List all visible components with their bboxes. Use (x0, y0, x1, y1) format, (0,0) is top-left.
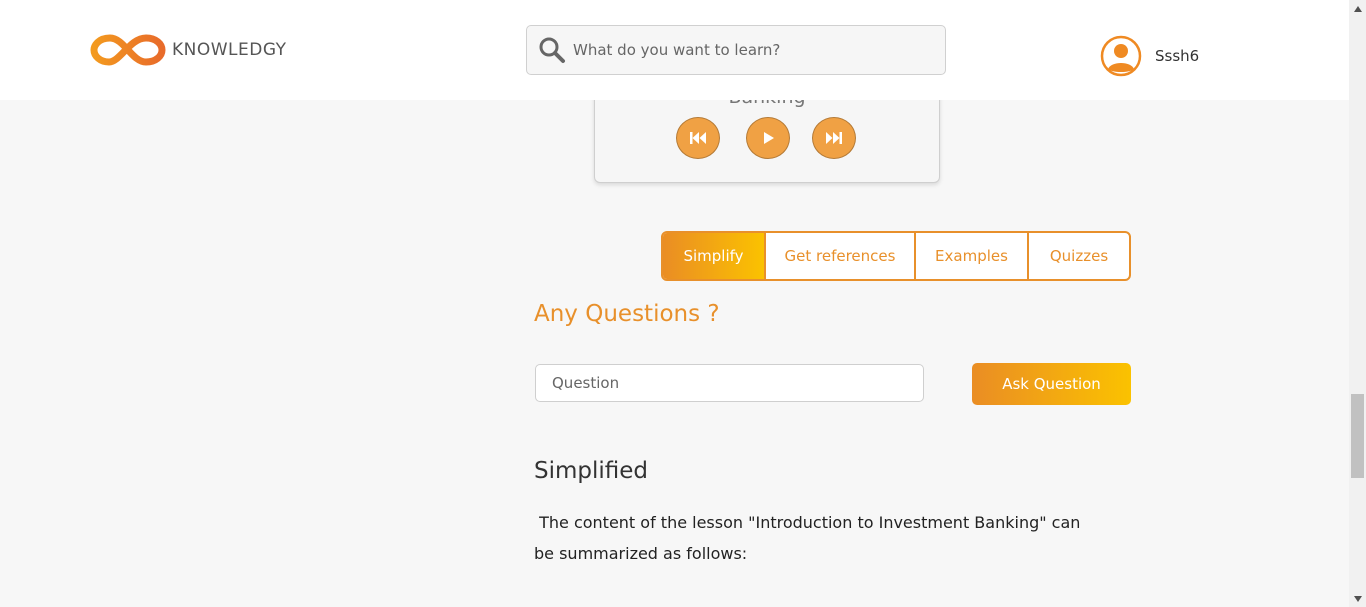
previous-icon (690, 132, 706, 144)
user-avatar-icon (1100, 35, 1142, 77)
page-scrollbar[interactable] (1349, 0, 1366, 607)
lesson-tabs: Simplify Get references Examples Quizzes (661, 231, 1131, 281)
user-menu[interactable]: Sssh6 (1100, 35, 1199, 77)
scroll-down-arrow-icon[interactable] (1349, 590, 1366, 607)
search-bar[interactable] (526, 25, 946, 75)
brand-logo[interactable]: KNOWLEDGY (90, 30, 287, 70)
scroll-up-arrow-icon[interactable] (1349, 0, 1366, 17)
brand-name: KNOWLEDGY (172, 40, 287, 60)
ask-question-button[interactable]: Ask Question (972, 363, 1131, 405)
questions-heading: Any Questions ? (534, 301, 720, 327)
top-header: KNOWLEDGY Sssh6 (0, 0, 1349, 100)
simplified-text: The content of the lesson "Introduction … (534, 513, 1086, 563)
search-icon (539, 37, 565, 63)
user-name: Sssh6 (1155, 47, 1200, 65)
tab-get-references[interactable]: Get references (766, 233, 916, 279)
play-button[interactable] (746, 117, 790, 159)
next-button[interactable] (812, 117, 856, 159)
next-icon (826, 132, 842, 144)
tab-simplify[interactable]: Simplify (663, 233, 766, 279)
scrollbar-thumb[interactable] (1351, 394, 1364, 478)
infinity-logo-icon (90, 34, 166, 66)
question-input[interactable] (535, 364, 924, 402)
tab-quizzes[interactable]: Quizzes (1029, 233, 1129, 279)
previous-button[interactable] (676, 117, 720, 159)
tab-examples[interactable]: Examples (916, 233, 1029, 279)
play-icon (764, 132, 774, 144)
simplified-heading: Simplified (534, 458, 649, 484)
search-input[interactable] (573, 41, 933, 59)
